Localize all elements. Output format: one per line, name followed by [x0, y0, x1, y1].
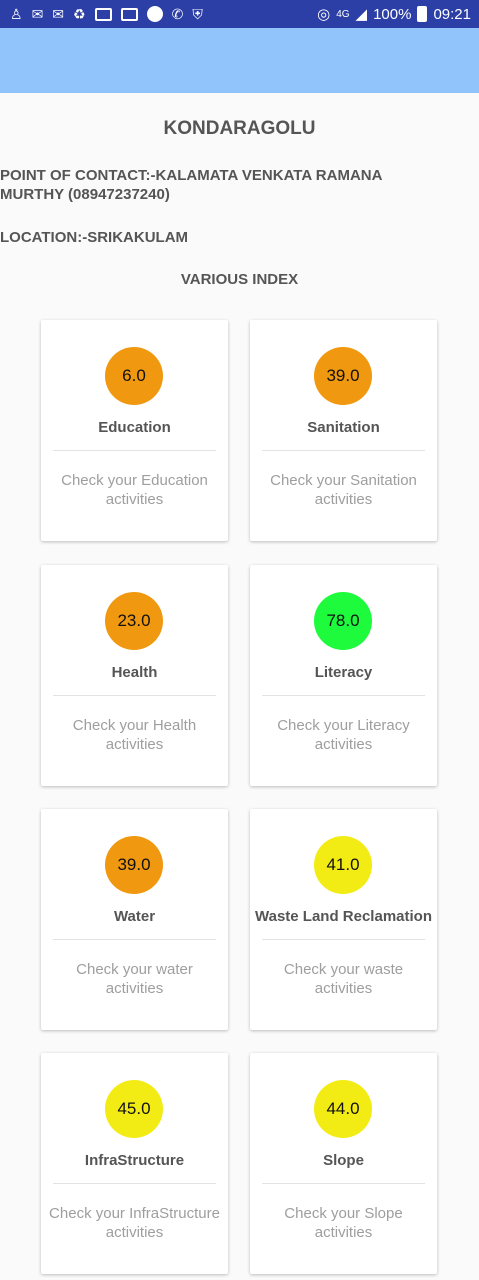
signal-icon: ◢	[355, 6, 368, 23]
app-bar	[0, 28, 479, 93]
battery-level: 100%	[373, 5, 412, 23]
index-value-badge: 45.0	[105, 1080, 163, 1138]
hotspot-icon: ◎	[317, 6, 331, 23]
index-name: Health	[111, 664, 158, 681]
divider	[262, 1183, 425, 1184]
index-value-badge: 44.0	[314, 1080, 372, 1138]
index-name: Education	[98, 419, 171, 436]
shield-icon: ⛨	[192, 6, 203, 22]
village-title: KONDARAGOLU	[163, 118, 316, 139]
point-of-contact: POINT OF CONTACT:-KALAMATA VENKATA RAMAN…	[0, 167, 382, 203]
network-type: 4G	[336, 8, 350, 20]
app-icon	[120, 7, 138, 21]
index-value-badge: 78.0	[314, 592, 372, 650]
status-bar: ♙ ✉ ✉ ♻ ✆ ⛨ ◎ 4G ◢ 100% 09:21	[0, 0, 479, 28]
index-name: Literacy	[314, 664, 373, 681]
index-description: Check your Education activities	[61, 472, 208, 508]
index-value-badge: 39.0	[105, 836, 163, 894]
app-icon: ♻	[73, 6, 86, 22]
index-description: Check your Literacy activities	[277, 717, 410, 753]
index-heading: VARIOUS INDEX	[180, 271, 299, 288]
index-description: Check your waste activities	[283, 961, 404, 997]
index-value-badge: 6.0	[105, 347, 163, 405]
person-icon: ♙	[10, 6, 23, 22]
index-value-badge: 39.0	[314, 347, 372, 405]
notification-icons: ♙ ✉ ✉ ♻ ✆ ⛨	[10, 6, 203, 22]
index-name: Slope	[323, 1152, 364, 1169]
divider	[53, 939, 216, 940]
index-description: Check your InfraStructure activities	[49, 1205, 220, 1241]
index-description: Check your Slope activities	[284, 1205, 403, 1241]
index-description: Check your Sanitation activities	[270, 472, 417, 508]
location: LOCATION:-SRIKAKULAM	[0, 229, 189, 246]
index-card-education[interactable]: 6.0 Education Check your Education activ…	[41, 320, 228, 541]
divider	[262, 939, 425, 940]
index-value-badge: 41.0	[314, 836, 372, 894]
mail-icon: ✉	[52, 6, 65, 22]
divider	[53, 1183, 216, 1184]
index-name: Waste Land Reclamation	[255, 908, 432, 925]
divider	[262, 695, 425, 696]
index-name: InfraStructure	[84, 1152, 185, 1169]
index-description: Check your Health activities	[72, 717, 197, 753]
divider	[53, 695, 216, 696]
index-card-waste-land-reclamation[interactable]: 41.0 Waste Land Reclamation Check your w…	[250, 809, 437, 1030]
index-description: Check your water activities	[76, 961, 193, 997]
index-name: Water	[113, 908, 156, 925]
index-card-sanitation[interactable]: 39.0 Sanitation Check your Sanitation ac…	[250, 320, 437, 541]
index-card-infrastructure[interactable]: 45.0 InfraStructure Check your InfraStru…	[41, 1053, 228, 1274]
index-name: Sanitation	[307, 419, 380, 436]
index-card-literacy[interactable]: 78.0 Literacy Check your Literacy activi…	[250, 565, 437, 786]
index-card-water[interactable]: 39.0 Water Check your water activities	[41, 809, 228, 1030]
record-icon	[146, 6, 163, 22]
phone-icon: ✆	[171, 6, 184, 22]
divider	[262, 450, 425, 451]
message-icon	[94, 7, 112, 21]
mail-icon: ✉	[31, 6, 44, 22]
divider	[53, 450, 216, 451]
index-value-badge: 23.0	[105, 592, 163, 650]
index-card-slope[interactable]: 44.0 Slope Check your Slope activities	[250, 1053, 437, 1274]
index-card-health[interactable]: 23.0 Health Check your Health activities	[41, 565, 228, 786]
clock: 09:21	[433, 5, 471, 23]
battery-icon	[417, 6, 428, 22]
